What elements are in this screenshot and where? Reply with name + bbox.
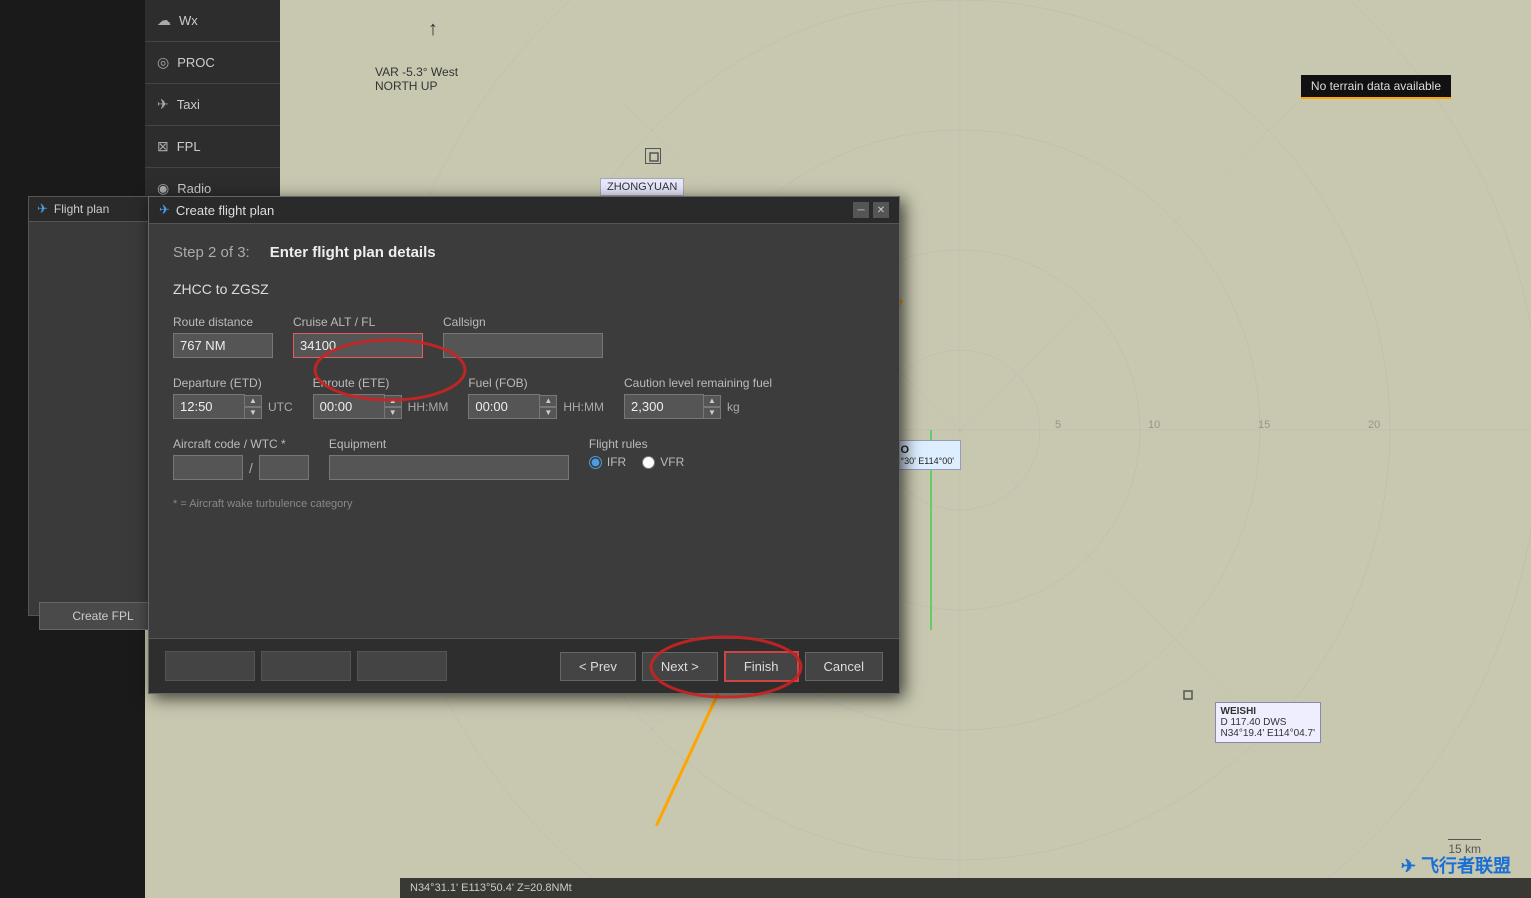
nav-taxi[interactable]: ✈ Taxi bbox=[145, 84, 280, 126]
dialog-title-text: Create flight plan bbox=[176, 203, 274, 218]
next-button[interactable]: Next > bbox=[642, 652, 718, 681]
nav-panel: ☁ Wx ◎ PROC ✈ Taxi ⊠ FPL ◉ Radio bbox=[145, 0, 280, 220]
cruise-alt-label: Cruise ALT / FL bbox=[293, 315, 423, 329]
enroute-down-button[interactable]: ▼ bbox=[384, 407, 402, 419]
placeholder-btn-2 bbox=[261, 651, 351, 681]
fpl-icon: ⊠ bbox=[157, 138, 169, 155]
vfr-radio[interactable] bbox=[642, 456, 655, 469]
flight-rules-group: Flight rules IFR VFR bbox=[589, 437, 684, 469]
cruise-alt-group: Cruise ALT / FL bbox=[293, 315, 423, 358]
fp-window-title-text: Flight plan bbox=[54, 202, 109, 216]
caution-up-button[interactable]: ▲ bbox=[703, 395, 721, 407]
terrain-notice: No terrain data available bbox=[1301, 75, 1451, 99]
svg-text:20: 20 bbox=[1368, 419, 1380, 431]
fp-window-icon: ✈ bbox=[37, 201, 48, 217]
svg-text:15: 15 bbox=[1258, 419, 1270, 431]
equipment-input[interactable] bbox=[329, 455, 569, 480]
ifr-option[interactable]: IFR bbox=[589, 455, 626, 469]
create-flight-plan-dialog: ✈ Create flight plan ─ ✕ Step 2 of 3: En… bbox=[148, 196, 900, 694]
departure-label: Departure (ETD) bbox=[173, 376, 293, 390]
caution-down-button[interactable]: ▼ bbox=[703, 407, 721, 419]
dialog-minimize-button[interactable]: ─ bbox=[853, 202, 869, 218]
caution-fuel-label: Caution level remaining fuel bbox=[624, 376, 772, 390]
radio-icon: ◉ bbox=[157, 180, 169, 197]
weishi-label: WEISHI D 117.40 DWS N34°19.4' E114°04.7' bbox=[1215, 702, 1321, 743]
nav-fpl[interactable]: ⊠ FPL bbox=[145, 126, 280, 168]
enroute-up-button[interactable]: ▲ bbox=[384, 395, 402, 407]
enroute-input[interactable] bbox=[313, 394, 385, 419]
wtc-input[interactable] bbox=[259, 455, 309, 480]
step-label: Step 2 of 3: bbox=[173, 244, 250, 261]
callsign-label: Callsign bbox=[443, 315, 603, 329]
nav-proc[interactable]: ◎ PROC bbox=[145, 42, 280, 84]
fuel-up-button[interactable]: ▲ bbox=[539, 395, 557, 407]
step-title: Enter flight plan details bbox=[270, 244, 436, 261]
cruise-alt-input[interactable] bbox=[293, 333, 423, 358]
footnote-text: * = Aircraft wake turbulence category bbox=[173, 498, 875, 510]
svg-text:5: 5 bbox=[1055, 419, 1061, 431]
ifr-radio[interactable] bbox=[589, 456, 602, 469]
enroute-group: Enroute (ETE) ▲ ▼ HH:MM bbox=[313, 376, 449, 419]
dialog-footer: < Prev Next > Finish Cancel bbox=[149, 638, 899, 693]
departure-down-button[interactable]: ▼ bbox=[244, 407, 262, 419]
aircraft-code-label: Aircraft code / WTC * bbox=[173, 437, 309, 451]
vfr-option[interactable]: VFR bbox=[642, 455, 684, 469]
enroute-label: Enroute (ETE) bbox=[313, 376, 449, 390]
placeholder-btn-3 bbox=[357, 651, 447, 681]
aircraft-code-input[interactable] bbox=[173, 455, 243, 480]
departure-up-button[interactable]: ▲ bbox=[244, 395, 262, 407]
caution-unit: kg bbox=[727, 400, 740, 414]
fuel-input[interactable] bbox=[468, 394, 540, 419]
svg-text:10: 10 bbox=[1148, 419, 1160, 431]
fuel-down-button[interactable]: ▼ bbox=[539, 407, 557, 419]
wx-icon: ☁ bbox=[157, 12, 171, 29]
route-distance-group: Route distance bbox=[173, 315, 273, 358]
equipment-group: Equipment bbox=[329, 437, 569, 480]
var-label: VAR -5.3° West NORTH UP bbox=[375, 65, 458, 93]
dialog-body: Step 2 of 3: Enter flight plan details Z… bbox=[149, 224, 899, 631]
aircraft-code-group: Aircraft code / WTC * / bbox=[173, 437, 309, 480]
placeholder-btn-1 bbox=[165, 651, 255, 681]
caution-fuel-input[interactable] bbox=[624, 394, 704, 419]
route-title: ZHCC to ZGSZ bbox=[173, 281, 875, 297]
departure-group: Departure (ETD) ▲ ▼ UTC bbox=[173, 376, 293, 419]
route-distance-input[interactable] bbox=[173, 333, 273, 358]
departure-unit: UTC bbox=[268, 400, 293, 414]
proc-icon: ◎ bbox=[157, 54, 169, 71]
caution-fuel-group: Caution level remaining fuel ▲ ▼ kg bbox=[624, 376, 772, 419]
callsign-group: Callsign bbox=[443, 315, 603, 358]
fuel-label: Fuel (FOB) bbox=[468, 376, 604, 390]
prev-button[interactable]: < Prev bbox=[560, 652, 636, 681]
taxi-icon: ✈ bbox=[157, 96, 169, 113]
route-distance-label: Route distance bbox=[173, 315, 273, 329]
dialog-close-button[interactable]: ✕ bbox=[873, 202, 889, 218]
watermark: ✈ 飞行者联盟 bbox=[1401, 852, 1511, 878]
equipment-label: Equipment bbox=[329, 437, 569, 451]
fuel-unit: HH:MM bbox=[563, 400, 604, 414]
flight-rules-label: Flight rules bbox=[589, 437, 684, 451]
zhongyuan-label: ZHONGYUAN bbox=[600, 178, 684, 196]
dialog-titlebar: ✈ Create flight plan ─ ✕ bbox=[149, 197, 899, 224]
fuel-group: Fuel (FOB) ▲ ▼ HH:MM bbox=[468, 376, 604, 419]
nav-wx[interactable]: ☁ Wx bbox=[145, 0, 280, 42]
cancel-button[interactable]: Cancel bbox=[805, 652, 883, 681]
enroute-unit: HH:MM bbox=[408, 400, 449, 414]
dialog-title-icon: ✈ bbox=[159, 202, 170, 218]
departure-input[interactable] bbox=[173, 394, 245, 419]
callsign-input[interactable] bbox=[443, 333, 603, 358]
coord-bar: N34°31.1' E113°50.4' Z=20.8NMt bbox=[400, 878, 1531, 898]
finish-button[interactable]: Finish bbox=[724, 651, 799, 682]
